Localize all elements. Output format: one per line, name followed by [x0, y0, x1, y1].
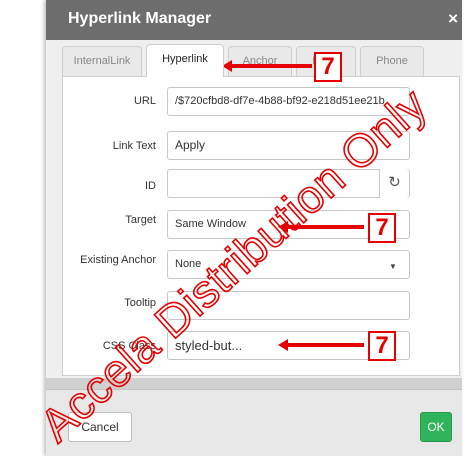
tab-anchor[interactable]: Anchor — [228, 46, 292, 76]
css-class-label: CSS Class — [102, 340, 156, 352]
reset-id-icon[interactable]: ↻ — [379, 169, 409, 198]
id-field[interactable] — [167, 169, 410, 198]
chevron-down-icon: ▼ — [389, 262, 397, 271]
tab-hyperlink[interactable]: Hyperlink — [146, 44, 224, 77]
url-label: URL — [133, 95, 156, 107]
existing-anchor-label: Existing Anchor — [80, 254, 156, 266]
dialog-title: Hyperlink Manager — [68, 10, 212, 27]
footer-divider — [46, 389, 462, 390]
target-label: Target — [125, 214, 156, 226]
callout-badge: 7 — [368, 213, 396, 243]
close-icon[interactable]: × — [448, 9, 458, 29]
dialog-titlebar: Hyperlink Manager × — [46, 0, 462, 40]
callout-badge: 7 — [314, 52, 342, 82]
id-label: ID — [145, 180, 156, 192]
url-field[interactable]: /$720cfbd8-df7e-4b88-bf92-e218d51ee21b — [167, 87, 410, 116]
tab-phone[interactable]: Phone — [360, 46, 424, 76]
existing-anchor-select[interactable]: None — [167, 250, 410, 279]
link-text-field[interactable]: Apply — [167, 131, 410, 160]
tab-internallink[interactable]: InternalLink — [62, 46, 142, 76]
ok-button[interactable]: OK — [420, 412, 452, 442]
link-text-label: Link Text — [112, 140, 156, 152]
hyperlink-manager-dialog: Hyperlink Manager × InternalLink Hyperli… — [46, 0, 462, 456]
tooltip-label: Tooltip — [124, 297, 156, 309]
cancel-button[interactable]: Cancel — [68, 412, 132, 442]
tooltip-field[interactable] — [167, 291, 410, 320]
callout-badge: 7 — [368, 331, 396, 361]
